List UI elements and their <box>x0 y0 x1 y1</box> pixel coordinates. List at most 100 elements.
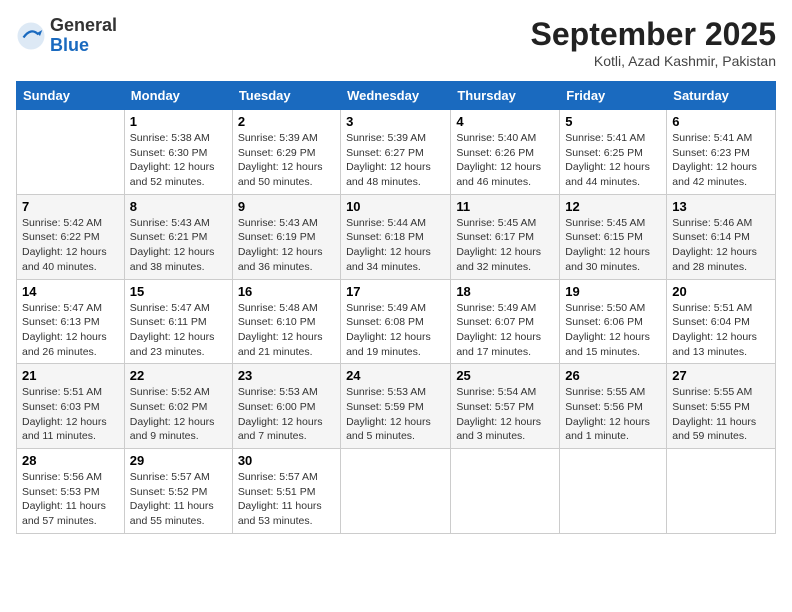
day-number: 3 <box>346 114 445 129</box>
day-number: 12 <box>565 199 661 214</box>
day-number: 9 <box>238 199 335 214</box>
day-cell: 23Sunrise: 5:53 AM Sunset: 6:00 PM Dayli… <box>232 364 340 449</box>
day-cell <box>17 110 125 195</box>
day-number: 16 <box>238 284 335 299</box>
week-row-2: 7 Sunrise: 5:42 AM Sunset: 6:22 PM Daylig… <box>17 194 776 279</box>
day-number: 26 <box>565 368 661 383</box>
day-cell: 24 Sunrise: 5:53 AM Sunset: 5:59 PM Dayli… <box>341 364 451 449</box>
day-cell: 29 Sunrise: 5:57 AM Sunset: 5:52 PM Dayli… <box>124 449 232 534</box>
day-info: Sunrise: 5:43 AM Sunset: 6:19 PM Dayligh… <box>238 216 335 275</box>
day-cell: 12 Sunrise: 5:45 AM Sunset: 6:15 PM Dayli… <box>560 194 667 279</box>
day-info: Sunrise: 5:41 AM Sunset: 6:25 PM Dayligh… <box>565 131 661 190</box>
day-cell: 27 Sunrise: 5:55 AM Sunset: 5:55 PM Dayli… <box>667 364 776 449</box>
day-number: 14 <box>22 284 119 299</box>
day-number: 25 <box>456 368 554 383</box>
day-info: Sunrise: 5:57 AM Sunset: 5:51 PM Dayligh… <box>238 470 335 529</box>
day-cell: 30 Sunrise: 5:57 AM Sunset: 5:51 PM Dayli… <box>232 449 340 534</box>
day-info: Sunrise: 5:49 AM Sunset: 6:07 PM Dayligh… <box>456 301 554 360</box>
day-cell: 19 Sunrise: 5:50 AM Sunset: 6:06 PM Dayli… <box>560 279 667 364</box>
day-cell: 16 Sunrise: 5:48 AM Sunset: 6:10 PM Dayli… <box>232 279 340 364</box>
day-number: 15 <box>130 284 227 299</box>
logo: General Blue <box>16 16 117 56</box>
day-cell <box>341 449 451 534</box>
day-cell: 11Sunrise: 5:45 AM Sunset: 6:17 PM Dayli… <box>451 194 560 279</box>
day-number: 6 <box>672 114 770 129</box>
day-info: Sunrise: 5:51 AM Sunset: 6:03 PM Dayligh… <box>22 385 119 444</box>
day-number: 17 <box>346 284 445 299</box>
day-info: Sunrise: 5:51 AM Sunset: 6:04 PM Dayligh… <box>672 301 770 360</box>
col-header-tuesday: Tuesday <box>232 82 340 110</box>
day-number: 22 <box>130 368 227 383</box>
day-cell: 22 Sunrise: 5:52 AM Sunset: 6:02 PM Dayli… <box>124 364 232 449</box>
day-info: Sunrise: 5:49 AM Sunset: 6:08 PM Dayligh… <box>346 301 445 360</box>
title-block: September 2025 Kotli, Azad Kashmir, Paki… <box>531 16 776 69</box>
calendar-table: SundayMondayTuesdayWednesdayThursdayFrid… <box>16 81 776 534</box>
day-number: 19 <box>565 284 661 299</box>
day-number: 29 <box>130 453 227 468</box>
day-info: Sunrise: 5:44 AM Sunset: 6:18 PM Dayligh… <box>346 216 445 275</box>
day-info: Sunrise: 5:52 AM Sunset: 6:02 PM Dayligh… <box>130 385 227 444</box>
day-info: Sunrise: 5:54 AM Sunset: 5:57 PM Dayligh… <box>456 385 554 444</box>
day-number: 30 <box>238 453 335 468</box>
day-info: Sunrise: 5:47 AM Sunset: 6:13 PM Dayligh… <box>22 301 119 360</box>
col-header-thursday: Thursday <box>451 82 560 110</box>
col-header-saturday: Saturday <box>667 82 776 110</box>
day-info: Sunrise: 5:45 AM Sunset: 6:15 PM Dayligh… <box>565 216 661 275</box>
day-info: Sunrise: 5:53 AM Sunset: 5:59 PM Dayligh… <box>346 385 445 444</box>
col-header-wednesday: Wednesday <box>341 82 451 110</box>
day-info: Sunrise: 5:53 AM Sunset: 6:00 PM Dayligh… <box>238 385 335 444</box>
day-cell: 10 Sunrise: 5:44 AM Sunset: 6:18 PM Dayli… <box>341 194 451 279</box>
day-info: Sunrise: 5:42 AM Sunset: 6:22 PM Dayligh… <box>22 216 119 275</box>
logo-general: General <box>50 16 117 36</box>
day-info: Sunrise: 5:57 AM Sunset: 5:52 PM Dayligh… <box>130 470 227 529</box>
day-info: Sunrise: 5:48 AM Sunset: 6:10 PM Dayligh… <box>238 301 335 360</box>
day-info: Sunrise: 5:56 AM Sunset: 5:53 PM Dayligh… <box>22 470 119 529</box>
day-cell: 21 Sunrise: 5:51 AM Sunset: 6:03 PM Dayli… <box>17 364 125 449</box>
day-cell: 13Sunrise: 5:46 AM Sunset: 6:14 PM Dayli… <box>667 194 776 279</box>
day-number: 24 <box>346 368 445 383</box>
day-cell <box>451 449 560 534</box>
day-number: 18 <box>456 284 554 299</box>
day-number: 10 <box>346 199 445 214</box>
day-cell: 15 Sunrise: 5:47 AM Sunset: 6:11 PM Dayli… <box>124 279 232 364</box>
day-cell <box>667 449 776 534</box>
day-number: 5 <box>565 114 661 129</box>
day-number: 20 <box>672 284 770 299</box>
day-cell: 18 Sunrise: 5:49 AM Sunset: 6:07 PM Dayli… <box>451 279 560 364</box>
day-info: Sunrise: 5:40 AM Sunset: 6:26 PM Dayligh… <box>456 131 554 190</box>
logo-blue: Blue <box>50 36 117 56</box>
day-cell: 25 Sunrise: 5:54 AM Sunset: 5:57 PM Dayli… <box>451 364 560 449</box>
day-info: Sunrise: 5:41 AM Sunset: 6:23 PM Dayligh… <box>672 131 770 190</box>
location: Kotli, Azad Kashmir, Pakistan <box>531 53 776 69</box>
day-cell: 7 Sunrise: 5:42 AM Sunset: 6:22 PM Daylig… <box>17 194 125 279</box>
day-number: 4 <box>456 114 554 129</box>
day-number: 2 <box>238 114 335 129</box>
day-number: 11 <box>456 199 554 214</box>
day-number: 7 <box>22 199 119 214</box>
month-title: September 2025 <box>531 16 776 53</box>
col-header-sunday: Sunday <box>17 82 125 110</box>
day-number: 8 <box>130 199 227 214</box>
day-info: Sunrise: 5:43 AM Sunset: 6:21 PM Dayligh… <box>130 216 227 275</box>
week-row-4: 21 Sunrise: 5:51 AM Sunset: 6:03 PM Dayli… <box>17 364 776 449</box>
day-info: Sunrise: 5:55 AM Sunset: 5:56 PM Dayligh… <box>565 385 661 444</box>
col-header-friday: Friday <box>560 82 667 110</box>
day-cell: 9 Sunrise: 5:43 AM Sunset: 6:19 PM Daylig… <box>232 194 340 279</box>
col-header-monday: Monday <box>124 82 232 110</box>
day-number: 27 <box>672 368 770 383</box>
day-info: Sunrise: 5:38 AM Sunset: 6:30 PM Dayligh… <box>130 131 227 190</box>
day-cell <box>560 449 667 534</box>
day-info: Sunrise: 5:47 AM Sunset: 6:11 PM Dayligh… <box>130 301 227 360</box>
day-cell: 14 Sunrise: 5:47 AM Sunset: 6:13 PM Dayli… <box>17 279 125 364</box>
week-row-3: 14 Sunrise: 5:47 AM Sunset: 6:13 PM Dayli… <box>17 279 776 364</box>
day-cell: 4 Sunrise: 5:40 AM Sunset: 6:26 PM Daylig… <box>451 110 560 195</box>
day-cell: 6 Sunrise: 5:41 AM Sunset: 6:23 PM Daylig… <box>667 110 776 195</box>
day-number: 1 <box>130 114 227 129</box>
day-info: Sunrise: 5:39 AM Sunset: 6:27 PM Dayligh… <box>346 131 445 190</box>
day-info: Sunrise: 5:50 AM Sunset: 6:06 PM Dayligh… <box>565 301 661 360</box>
day-cell: 28Sunrise: 5:56 AM Sunset: 5:53 PM Dayli… <box>17 449 125 534</box>
logo-text: General Blue <box>50 16 117 56</box>
day-info: Sunrise: 5:55 AM Sunset: 5:55 PM Dayligh… <box>672 385 770 444</box>
day-cell: 8 Sunrise: 5:43 AM Sunset: 6:21 PM Daylig… <box>124 194 232 279</box>
day-number: 21 <box>22 368 119 383</box>
